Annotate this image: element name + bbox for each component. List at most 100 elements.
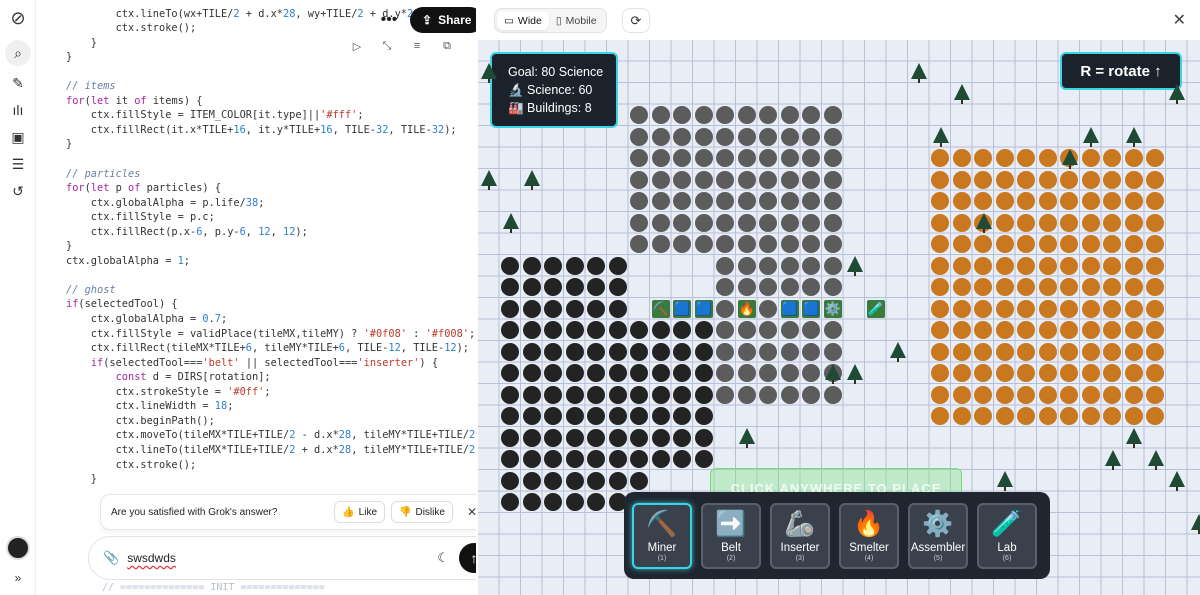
tree-icon: [889, 342, 906, 362]
ore-tile: [673, 106, 692, 125]
tool-lab-button[interactable]: 🧪 Lab (6): [977, 502, 1037, 569]
tool-inserter-button[interactable]: 🦾 Inserter (3): [770, 502, 830, 569]
ore-tile: [651, 213, 670, 232]
ore-tile: [952, 321, 971, 340]
ore-tile: [974, 407, 993, 426]
mobile-label: Mobile: [565, 14, 597, 27]
more-options-button[interactable]: •••: [376, 11, 402, 29]
tool-assembler-button[interactable]: ⚙️ Assembler (5): [908, 502, 968, 569]
search-icon[interactable]: ⌕: [5, 40, 31, 66]
close-icon[interactable]: ✕: [467, 505, 476, 519]
ore-tile: [587, 407, 606, 426]
ore-tile: [501, 364, 520, 383]
ore-tile: [1017, 364, 1036, 383]
placed-building-icon: 🟦: [673, 299, 692, 318]
theme-toggle-icon[interactable]: ☾: [437, 550, 449, 566]
ore-tile: [1124, 342, 1143, 361]
tool-hotkey: (6): [1002, 554, 1012, 562]
refresh-button[interactable]: ⟳: [622, 8, 650, 33]
ore-tile: [1017, 192, 1036, 211]
tree-icon: [1104, 449, 1121, 470]
send-button[interactable]: ↑: [459, 543, 476, 573]
tree-icon: [1126, 127, 1142, 147]
projects-icon[interactable]: ☰: [8, 154, 28, 174]
ore-tile: [587, 471, 606, 490]
phone-icon: ▯: [555, 14, 562, 27]
tool-smelter-button[interactable]: 🔥 Smelter (4): [839, 502, 899, 569]
ore-tile: [802, 278, 821, 297]
placed-building-icon: 🧪: [866, 299, 885, 318]
ore-tile: [759, 342, 778, 361]
ore-tile: [1103, 364, 1122, 383]
ore-tile: [694, 428, 713, 447]
ore-tile: [995, 149, 1014, 168]
voice-icon[interactable]: ılı: [8, 100, 28, 120]
code-line: }: [66, 240, 73, 253]
like-button[interactable]: 👍 Like: [334, 501, 386, 523]
mobile-view-button[interactable]: ▯ Mobile: [549, 11, 604, 30]
ore-tile: [1060, 321, 1079, 340]
ore-tile: [587, 450, 606, 469]
ore-tile: [673, 149, 692, 168]
wide-view-button[interactable]: ▭ Wide: [497, 11, 549, 30]
ore-tile: [716, 385, 735, 404]
attach-icon[interactable]: 📎: [103, 550, 119, 566]
ore-tile: [823, 213, 842, 232]
message-composer[interactable]: 📎 swsdwds ☾ ↑: [88, 536, 476, 580]
share-button[interactable]: ⇪ Share: [410, 7, 476, 33]
ore-tile: [565, 450, 584, 469]
ore-tile: [673, 450, 692, 469]
ore-tile: [823, 106, 842, 125]
ore-tile: [802, 342, 821, 361]
run-icon[interactable]: ▷: [350, 40, 364, 53]
tool-miner-button[interactable]: ⛏️ Miner (1): [632, 502, 692, 569]
ore-tile: [673, 127, 692, 146]
ore-tile: [501, 385, 520, 404]
avatar[interactable]: [6, 536, 30, 560]
ore-tile: [995, 321, 1014, 340]
images-icon[interactable]: ▣: [8, 127, 28, 147]
ore-tile: [1017, 235, 1036, 254]
grok-logo-icon[interactable]: ⊘: [8, 8, 28, 28]
ore-tile: [630, 385, 649, 404]
ore-tile: [974, 170, 993, 189]
edit-icon[interactable]: ✎: [8, 73, 28, 93]
tree-icon: [502, 213, 519, 233]
ore-tile: [630, 428, 649, 447]
ore-tile: [1124, 321, 1143, 340]
ore-tile: [1060, 170, 1079, 189]
wrap-icon[interactable]: ≡: [410, 40, 424, 53]
ore-tile: [823, 321, 842, 340]
close-preview-icon[interactable]: ✕: [1173, 10, 1186, 30]
ore-tile: [1124, 213, 1143, 232]
ore-tile: [630, 106, 649, 125]
ore-tile: [1017, 256, 1036, 275]
ore-tile: [1103, 170, 1122, 189]
top-actions: ••• ⇪ Share ✎: [376, 7, 476, 33]
ore-tile: [651, 450, 670, 469]
tool-belt-button[interactable]: ➡️ Belt (2): [701, 502, 761, 569]
ore-tile: [802, 321, 821, 340]
code-line: for(let p of particles) {: [66, 182, 222, 195]
ore-tile: [608, 321, 627, 340]
message-input[interactable]: swsdwds: [127, 551, 437, 565]
history-icon[interactable]: ↺: [8, 181, 28, 201]
ore-tile: [737, 364, 756, 383]
collapse-icon[interactable]: ⤡: [380, 40, 394, 53]
ore-tile: [995, 213, 1014, 232]
ore-tile: [1081, 213, 1100, 232]
ore-tile: [823, 342, 842, 361]
game-canvas[interactable]: Goal: 80 Science 🔬 Science: 60 🏭 Buildin…: [478, 40, 1200, 595]
ore-tile: [995, 235, 1014, 254]
dislike-button[interactable]: 👎 Dislike: [391, 501, 453, 523]
ore-tile: [780, 321, 799, 340]
ore-tile: [1124, 256, 1143, 275]
ore-tile: [802, 192, 821, 211]
ore-tile: [952, 256, 971, 275]
expand-sidebar-icon[interactable]: »: [8, 568, 28, 588]
copy-icon[interactable]: ⧉: [440, 40, 454, 53]
monitor-icon: ▭: [504, 14, 514, 27]
ore-tile: [673, 364, 692, 383]
ore-tile: [630, 471, 649, 490]
